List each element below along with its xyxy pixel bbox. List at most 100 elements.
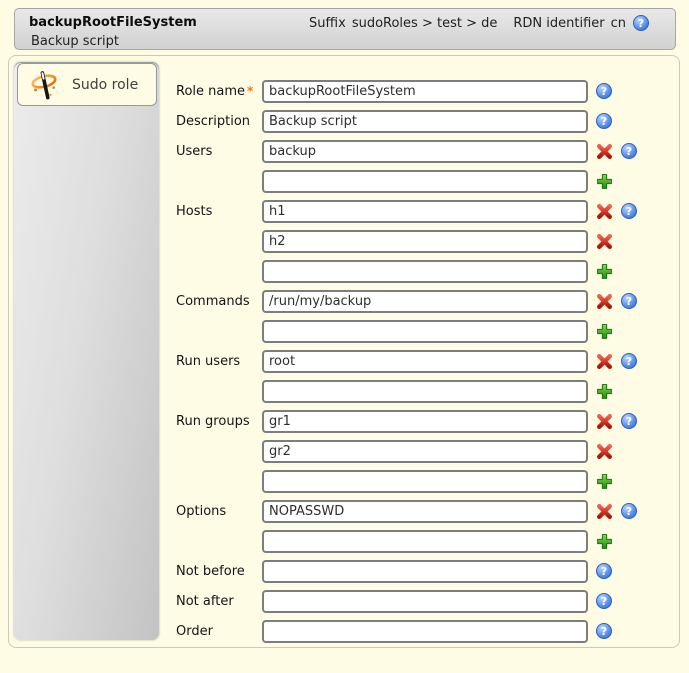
- run-users-help-button[interactable]: ?: [621, 353, 637, 369]
- run-groups-input-2[interactable]: [262, 440, 588, 463]
- rdn-value: cn: [611, 16, 626, 31]
- run-groups-new-row: [176, 466, 637, 496]
- role-name-help-button[interactable]: ?: [596, 83, 612, 99]
- run-groups-add-button[interactable]: [596, 473, 613, 490]
- commands-input[interactable]: [262, 290, 588, 313]
- role-name-row: Role name* ?: [176, 76, 637, 106]
- commands-new-row: [176, 316, 637, 346]
- description-row: Description ?: [176, 106, 637, 136]
- hosts-new-row: [176, 256, 637, 286]
- run-groups-label: Run groups: [176, 414, 262, 429]
- run-groups-help-button[interactable]: ?: [621, 413, 637, 429]
- hosts-row-2: [176, 226, 637, 256]
- commands-row: Commands ?: [176, 286, 637, 316]
- red-x-icon: [596, 413, 613, 430]
- run-groups-delete-button[interactable]: [596, 413, 613, 430]
- users-row: Users ?: [176, 136, 637, 166]
- users-add-button[interactable]: [596, 173, 613, 190]
- hosts-input[interactable]: [262, 200, 588, 223]
- description-input[interactable]: [262, 110, 588, 133]
- hosts-label: Hosts: [176, 204, 262, 219]
- users-new-row: [176, 166, 637, 196]
- run-users-row: Run users ?: [176, 346, 637, 376]
- not-after-help-button[interactable]: ?: [596, 593, 612, 609]
- not-before-row: Not before ?: [176, 556, 637, 586]
- hosts-input-2[interactable]: [262, 230, 588, 253]
- green-plus-icon: [596, 533, 613, 550]
- options-help-button[interactable]: ?: [621, 503, 637, 519]
- green-plus-icon: [596, 383, 613, 400]
- options-new-row: [176, 526, 637, 556]
- users-help-button[interactable]: ?: [621, 143, 637, 159]
- not-before-label: Not before: [176, 564, 262, 579]
- run-groups-new-input[interactable]: [262, 470, 588, 493]
- header-meta: Suffix sudoRoles > test > de RDN identif…: [309, 15, 649, 31]
- suffix-value: sudoRoles > test > de: [352, 16, 498, 31]
- description-label: Description: [176, 114, 262, 129]
- hosts-delete-button-2[interactable]: [596, 233, 613, 250]
- order-input[interactable]: [262, 620, 588, 643]
- run-groups-row-2: [176, 436, 637, 466]
- not-before-help-button[interactable]: ?: [596, 563, 612, 579]
- role-name-input[interactable]: [262, 80, 588, 103]
- commands-help-button[interactable]: ?: [621, 293, 637, 309]
- red-x-icon: [596, 443, 613, 460]
- order-help-button[interactable]: ?: [596, 623, 612, 639]
- run-users-add-button[interactable]: [596, 383, 613, 400]
- run-groups-input[interactable]: [262, 410, 588, 433]
- users-input[interactable]: [262, 140, 588, 163]
- required-marker: *: [247, 84, 253, 98]
- run-groups-row: Run groups ?: [176, 406, 637, 436]
- hosts-delete-button[interactable]: [596, 203, 613, 220]
- green-plus-icon: [596, 173, 613, 190]
- hosts-new-input[interactable]: [262, 260, 588, 283]
- run-users-delete-button[interactable]: [596, 353, 613, 370]
- tab-sudo-role-label: Sudo role: [72, 77, 138, 93]
- entry-header: backupRootFileSystem Backup script Suffi…: [14, 8, 676, 50]
- run-users-input[interactable]: [262, 350, 588, 373]
- not-before-input[interactable]: [262, 560, 588, 583]
- not-after-row: Not after ?: [176, 586, 637, 616]
- users-new-input[interactable]: [262, 170, 588, 193]
- users-delete-button[interactable]: [596, 143, 613, 160]
- suffix-label: Suffix: [309, 16, 346, 31]
- options-new-input[interactable]: [262, 530, 588, 553]
- options-add-button[interactable]: [596, 533, 613, 550]
- run-users-new-row: [176, 376, 637, 406]
- rdn-help-button[interactable]: ?: [633, 15, 649, 31]
- commands-new-input[interactable]: [262, 320, 588, 343]
- order-label: Order: [176, 624, 262, 639]
- run-users-new-input[interactable]: [262, 380, 588, 403]
- red-x-icon: [596, 353, 613, 370]
- hosts-add-button[interactable]: [596, 263, 613, 280]
- sudo-role-form: Role name* ? Description ? Users ? Hosts…: [176, 76, 637, 646]
- red-x-icon: [596, 293, 613, 310]
- commands-delete-button[interactable]: [596, 293, 613, 310]
- entry-title: backupRootFileSystem: [29, 15, 197, 30]
- options-delete-button[interactable]: [596, 503, 613, 520]
- not-after-label: Not after: [176, 594, 262, 609]
- red-x-icon: [596, 503, 613, 520]
- rdn-label: RDN identifier: [513, 16, 604, 31]
- hosts-row: Hosts ?: [176, 196, 637, 226]
- commands-label: Commands: [176, 294, 262, 309]
- commands-add-button[interactable]: [596, 323, 613, 340]
- red-x-icon: [596, 203, 613, 220]
- users-label: Users: [176, 144, 262, 159]
- green-plus-icon: [596, 473, 613, 490]
- tab-sudo-role[interactable]: Sudo role: [17, 63, 157, 106]
- options-input[interactable]: [262, 500, 588, 523]
- entry-subtitle: Backup script: [31, 34, 119, 49]
- run-groups-delete-button-2[interactable]: [596, 443, 613, 460]
- options-label: Options: [176, 504, 262, 519]
- run-users-label: Run users: [176, 354, 262, 369]
- module-tab-strip: [14, 62, 159, 640]
- green-plus-icon: [596, 263, 613, 280]
- not-after-input[interactable]: [262, 590, 588, 613]
- magic-wand-icon: [29, 69, 61, 101]
- red-x-icon: [596, 143, 613, 160]
- hosts-help-button[interactable]: ?: [621, 203, 637, 219]
- description-help-button[interactable]: ?: [596, 113, 612, 129]
- green-plus-icon: [596, 323, 613, 340]
- red-x-icon: [596, 233, 613, 250]
